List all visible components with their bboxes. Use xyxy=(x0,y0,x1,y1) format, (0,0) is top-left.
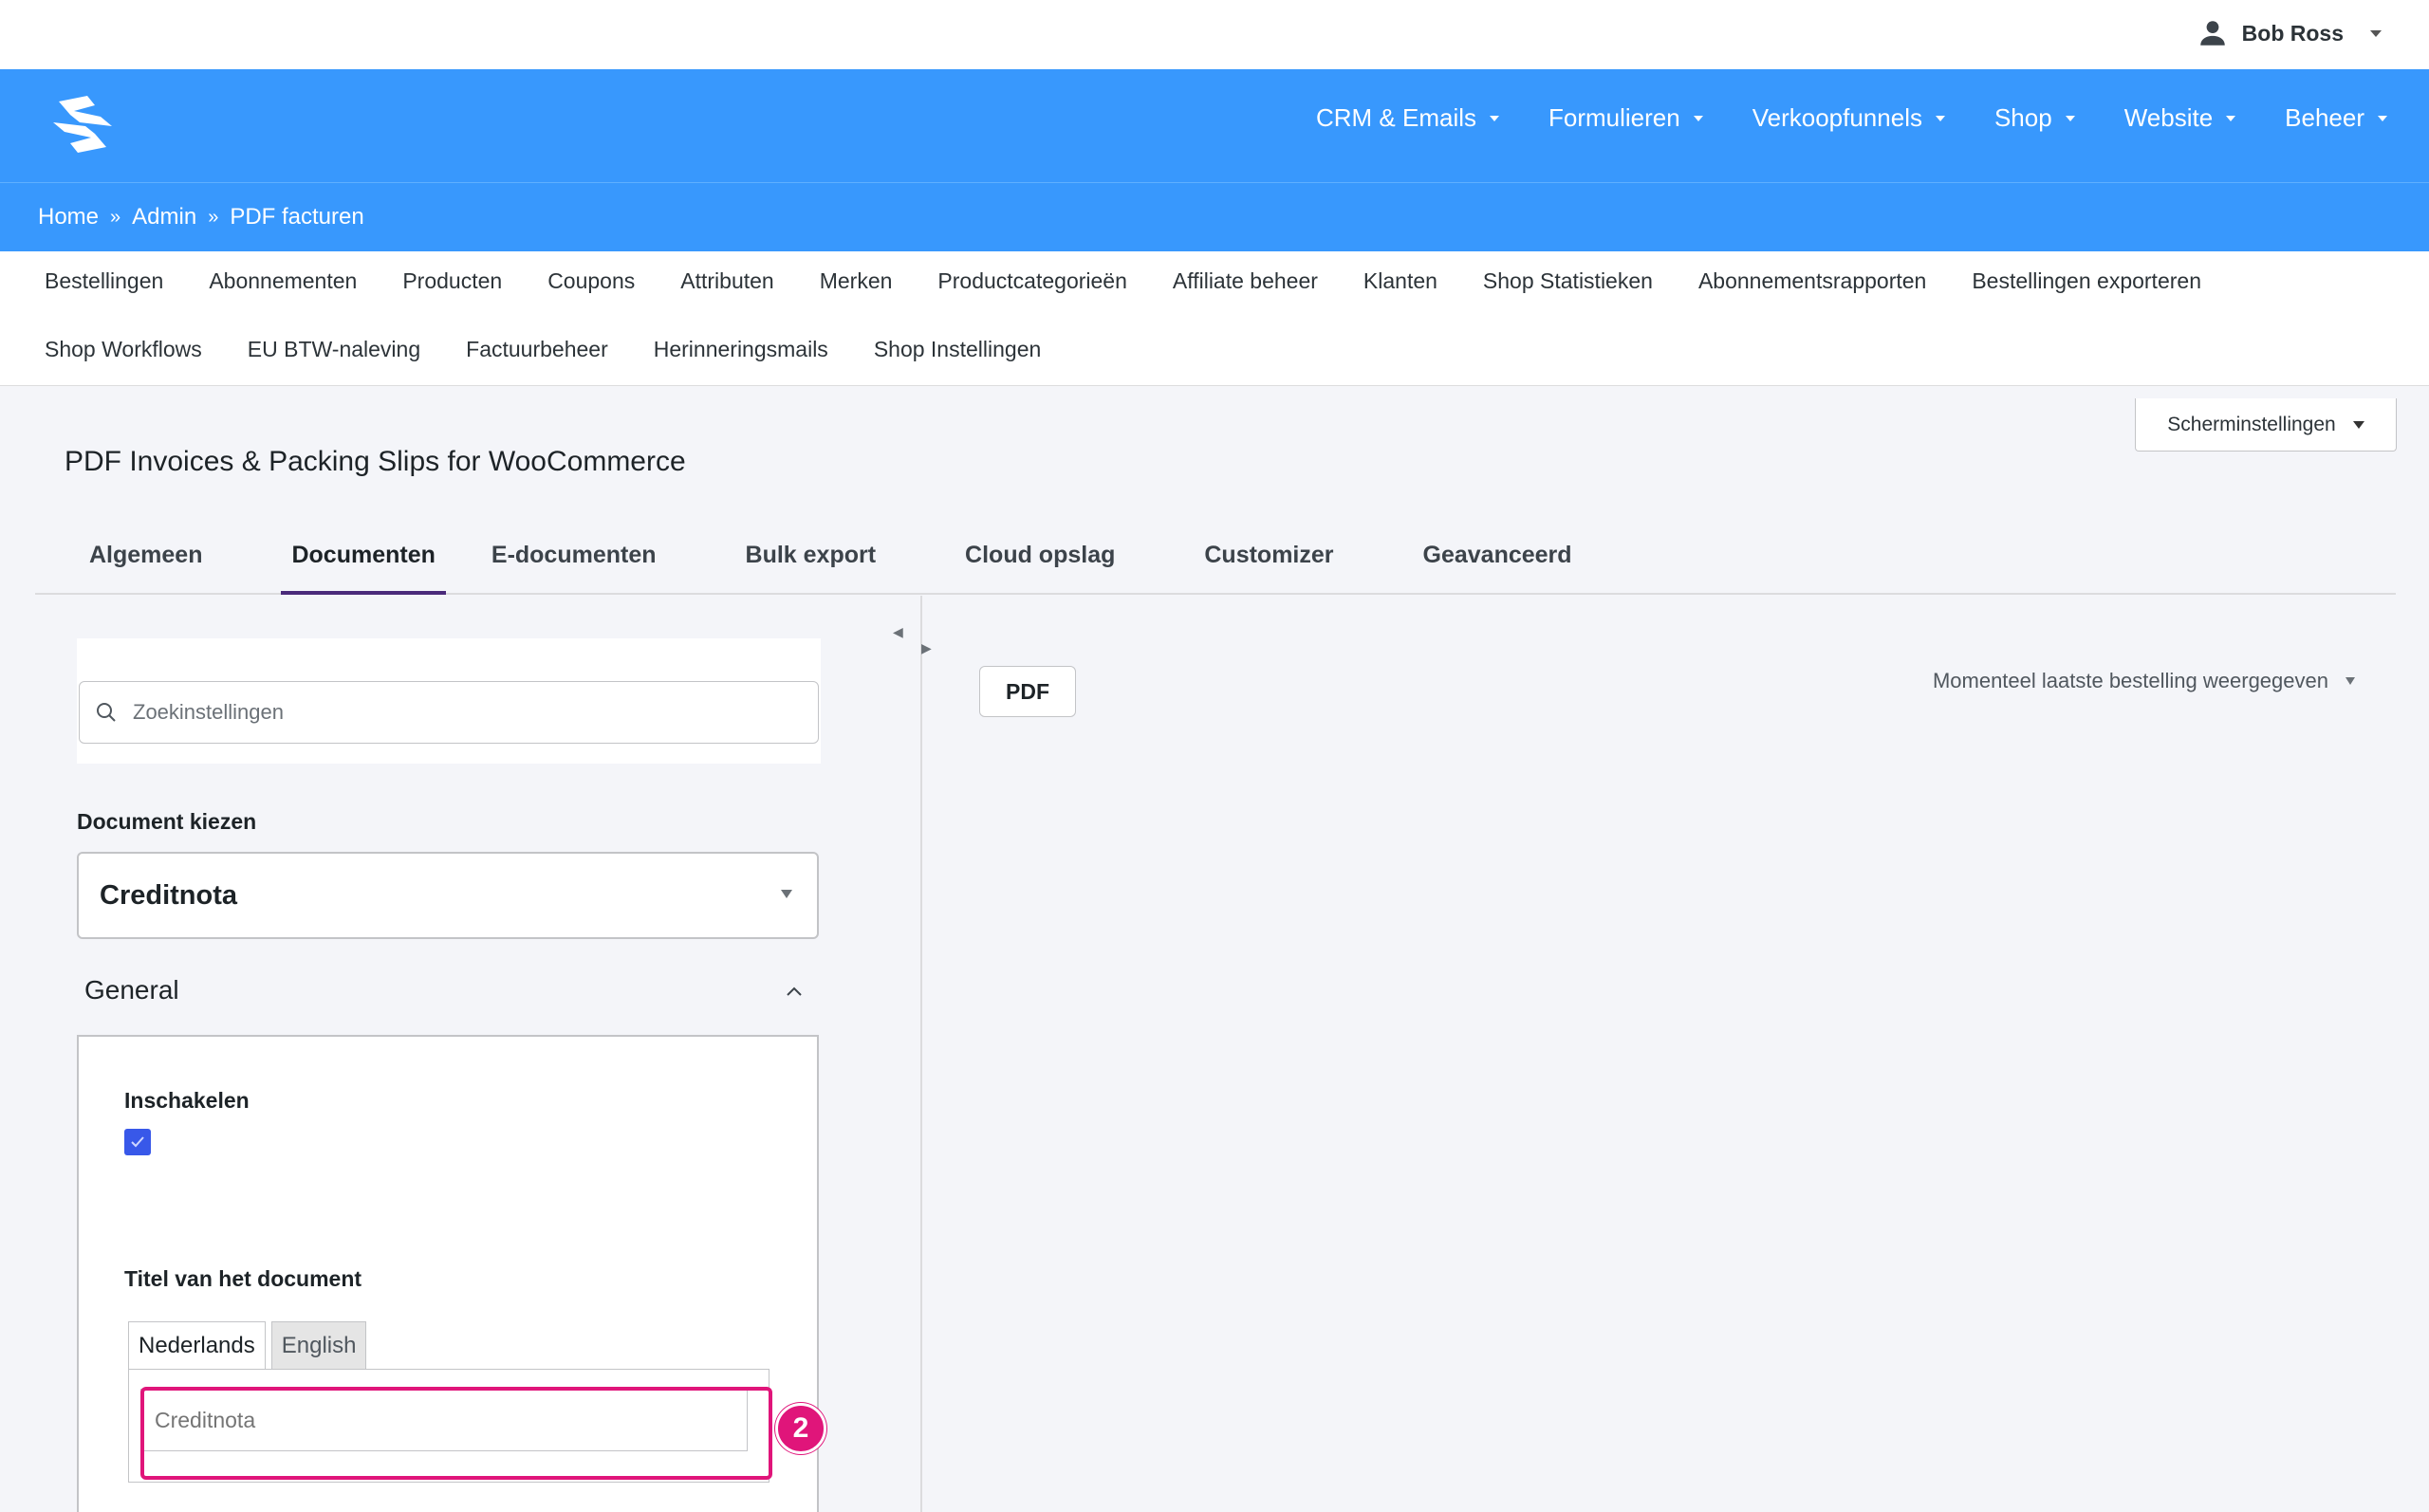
subnav-item-eu-btw-naleving[interactable]: EU BTW-naleving xyxy=(248,337,420,362)
chevron-up-icon[interactable] xyxy=(785,982,804,1001)
user-name: Bob Ross xyxy=(2241,20,2344,46)
screen-options-button[interactable]: Scherminstellingen xyxy=(2135,398,2397,452)
tab-geavanceerd[interactable]: Geavanceerd xyxy=(1379,531,1617,595)
chevron-down-icon xyxy=(2370,29,2382,37)
expand-right-icon[interactable]: ▶ xyxy=(921,640,932,655)
search-input[interactable] xyxy=(133,700,778,725)
subnav-item-shop-workflows[interactable]: Shop Workflows xyxy=(45,337,202,362)
language-panel xyxy=(128,1369,769,1483)
subnav-item-attributen[interactable]: Attributen xyxy=(680,268,773,294)
enable-label: Inschakelen xyxy=(124,1088,250,1113)
document-title-input[interactable] xyxy=(140,1389,748,1451)
breadcrumb-admin[interactable]: Admin xyxy=(132,204,196,230)
subnav-item-abonnementsrapporten[interactable]: Abonnementsrapporten xyxy=(1698,268,1926,294)
subnav-item-klanten[interactable]: Klanten xyxy=(1363,268,1437,294)
subnav-row: Shop Workflows EU BTW-naleving Factuurbe… xyxy=(45,337,2429,405)
nav-label: Beheer xyxy=(2285,103,2364,132)
breadcrumb: Home » Admin » PDF facturen xyxy=(0,183,2429,251)
nav-label: Website xyxy=(2123,103,2214,132)
subnav-item-coupons[interactable]: Coupons xyxy=(547,268,635,294)
document-title-label: Titel van het document xyxy=(124,1266,362,1291)
subnav-item-affiliate-beheer[interactable]: Affiliate beheer xyxy=(1173,268,1318,294)
language-tabs: Nederlands English xyxy=(128,1321,367,1369)
nav-formulieren[interactable]: Formulieren xyxy=(1548,103,1703,133)
subnav-item-factuurbeheer[interactable]: Factuurbeheer xyxy=(466,337,608,362)
nav-label: Formulieren xyxy=(1548,103,1680,132)
brand-logo[interactable] xyxy=(42,94,123,155)
caret-down-icon xyxy=(1490,115,1499,121)
search-field[interactable] xyxy=(79,681,819,744)
settings-tabs: Algemeen Documenten E-documenten Bulk ex… xyxy=(35,531,2396,595)
nav-beheer[interactable]: Beheer xyxy=(2285,103,2387,133)
pdf-button[interactable]: PDF xyxy=(979,666,1076,717)
tab-english[interactable]: English xyxy=(270,1321,367,1369)
breadcrumb-home[interactable]: Home xyxy=(38,204,99,230)
subnav-item-productcategorieen[interactable]: Productcategorieën xyxy=(937,268,1126,294)
section-heading-general[interactable]: General xyxy=(84,975,179,1005)
nav-label: CRM & Emails xyxy=(1315,103,1476,132)
user-menu[interactable]: Bob Ross xyxy=(2197,17,2382,49)
settings-sidebar: ◀ ▶ Document kiezen Creditnota General I… xyxy=(35,596,932,1512)
user-icon xyxy=(2199,21,2225,46)
search-icon xyxy=(97,703,116,722)
tab-documenten[interactable]: Documenten xyxy=(281,531,446,595)
subnav-item-shop-instellingen[interactable]: Shop Instellingen xyxy=(874,337,1041,362)
subnav-item-herinneringsmails[interactable]: Herinneringsmails xyxy=(654,337,828,362)
general-settings-panel: Inschakelen Titel van het document Neder… xyxy=(77,1035,819,1512)
tab-nederlands[interactable]: Nederlands xyxy=(128,1321,266,1369)
checkmark-icon xyxy=(131,1136,144,1148)
tab-customizer[interactable]: Customizer xyxy=(1159,531,1378,595)
subnav-item-bestellingen[interactable]: Bestellingen xyxy=(45,268,163,294)
collapse-left-icon[interactable]: ◀ xyxy=(893,624,903,639)
subnav-item-bestellingen-exporteren[interactable]: Bestellingen exporteren xyxy=(1972,268,2201,294)
subnav-item-merken[interactable]: Merken xyxy=(820,268,893,294)
nav-verkoopfunnels[interactable]: Verkoopfunnels xyxy=(1752,103,1945,133)
page-title: PDF Invoices & Packing Slips for WooComm… xyxy=(65,446,686,477)
main-nav: CRM & Emails Formulieren Verkoopfunnels … xyxy=(1316,103,2387,133)
breadcrumb-separator: » xyxy=(208,206,219,228)
caret-down-icon xyxy=(1935,115,1945,121)
caret-down-icon xyxy=(1693,115,1703,121)
breadcrumb-current: PDF facturen xyxy=(230,204,364,230)
breadcrumb-separator: » xyxy=(110,206,121,228)
nav-label: Shop xyxy=(1993,103,2052,132)
nav-shop[interactable]: Shop xyxy=(1994,103,2075,133)
document-select[interactable]: Creditnota xyxy=(77,852,819,939)
subnav-row: Bestellingen Abonnementen Producten Coup… xyxy=(45,268,2429,337)
caret-down-icon xyxy=(2352,420,2364,429)
tab-e-documenten[interactable]: E-documenten xyxy=(480,531,701,595)
caret-down-icon xyxy=(2226,115,2236,121)
screen-options-label: Scherminstellingen xyxy=(2167,413,2336,435)
caret-down-icon xyxy=(2346,677,2355,685)
nav-crm-emails[interactable]: CRM & Emails xyxy=(1316,103,1499,133)
nav-website[interactable]: Website xyxy=(2123,103,2236,133)
document-select-value: Creditnota xyxy=(100,879,237,911)
nav-label: Verkoopfunnels xyxy=(1752,103,1922,132)
step-badge: 2 xyxy=(775,1403,826,1454)
caret-down-icon xyxy=(2378,115,2387,121)
tab-algemeen[interactable]: Algemeen xyxy=(45,531,247,595)
caret-down-icon xyxy=(781,890,792,898)
caret-down-icon xyxy=(2065,115,2075,121)
enable-checkbox[interactable] xyxy=(124,1129,151,1155)
shop-subnav: Bestellingen Abonnementen Producten Coup… xyxy=(0,251,2429,386)
user-bar: Bob Ross xyxy=(0,0,2429,69)
order-preview-select[interactable]: Momenteel laatste bestelling weergegeven xyxy=(1933,669,2355,693)
collapse-arrows[interactable]: ◀ ▶ xyxy=(893,624,932,656)
subnav-item-producten[interactable]: Producten xyxy=(402,268,502,294)
tab-bulk-export[interactable]: Bulk export xyxy=(701,531,921,595)
tab-cloud-opslag[interactable]: Cloud opslag xyxy=(920,531,1159,595)
order-select-label: Momenteel laatste bestelling weergegeven xyxy=(1932,669,2328,692)
document-select-label: Document kiezen xyxy=(77,809,257,834)
main-header: CRM & Emails Formulieren Verkoopfunnels … xyxy=(0,69,2429,183)
search-panel xyxy=(77,638,821,764)
subnav-item-abonnementen[interactable]: Abonnementen xyxy=(209,268,357,294)
subnav-item-shop-statistieken[interactable]: Shop Statistieken xyxy=(1483,268,1653,294)
